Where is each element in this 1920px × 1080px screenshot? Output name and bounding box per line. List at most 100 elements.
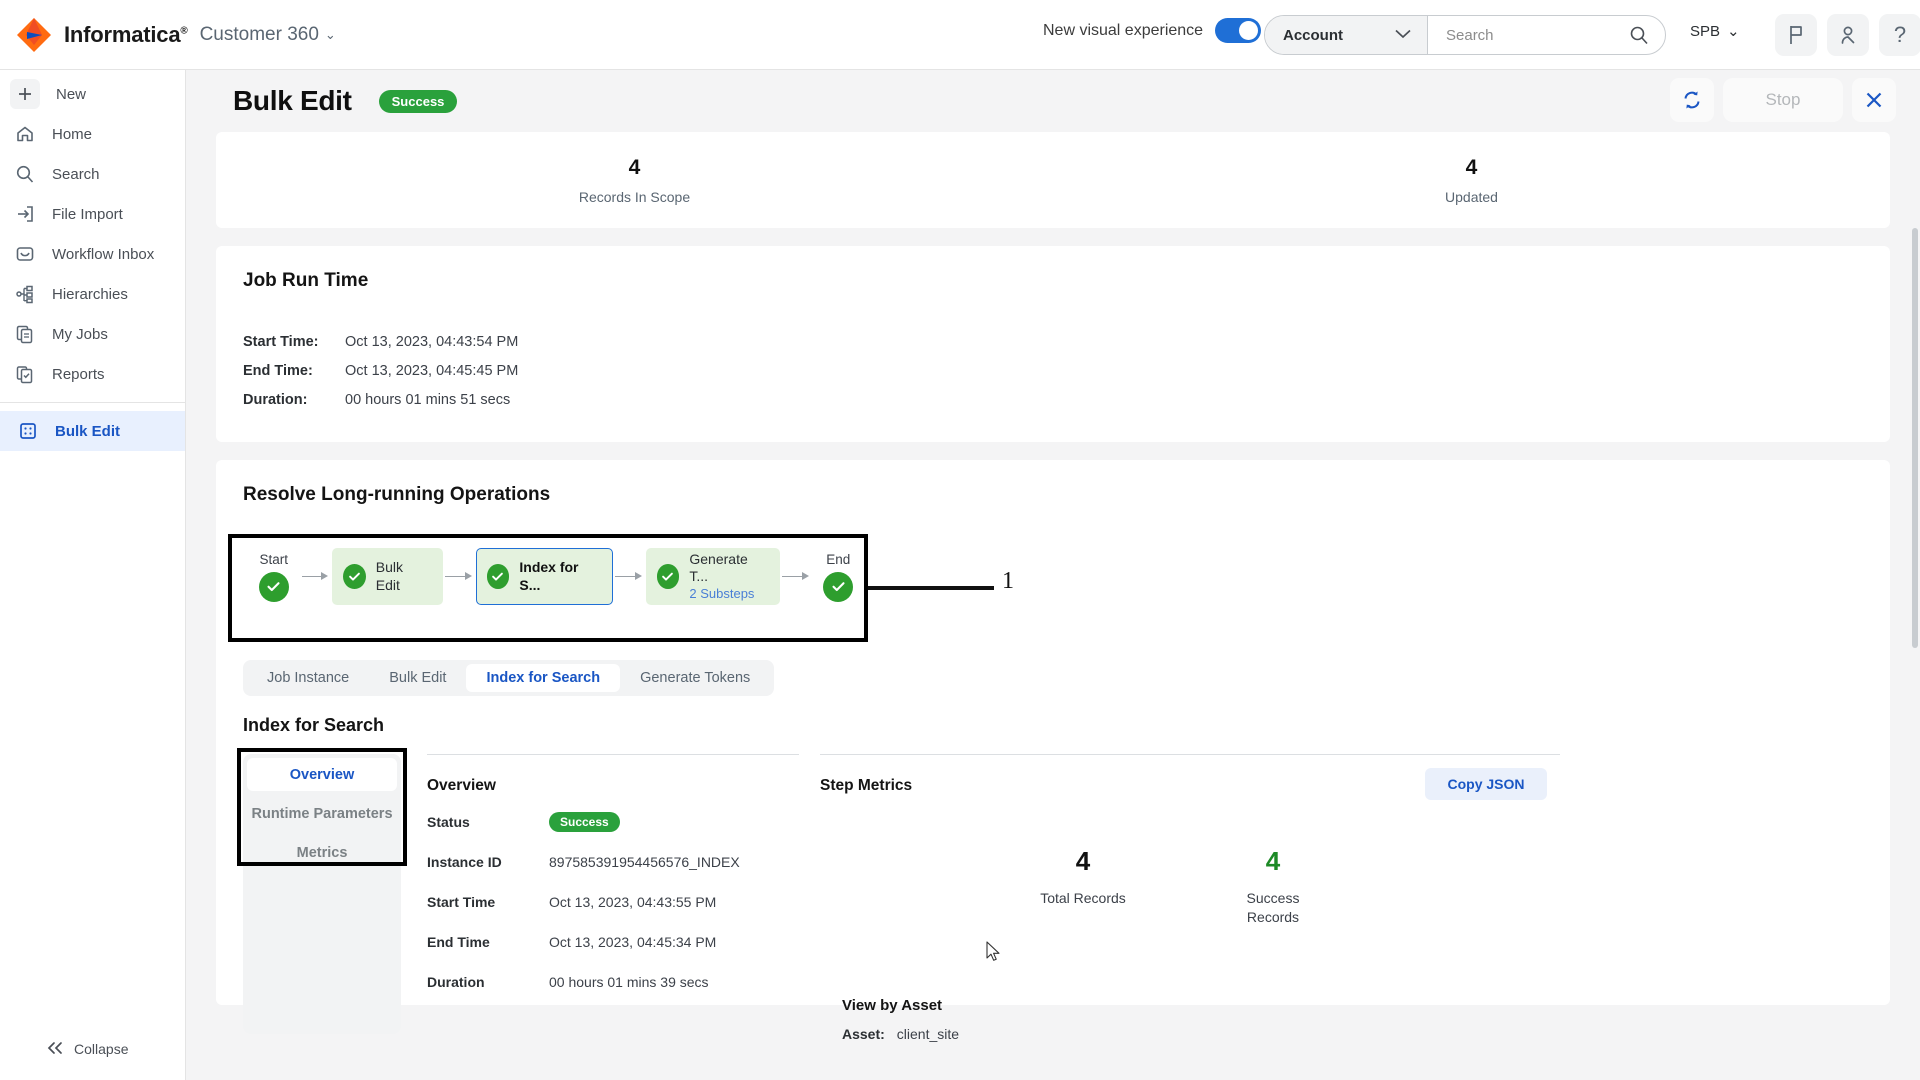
refresh-icon[interactable]: [1670, 78, 1714, 122]
detail-row-start-time: Start Time Oct 13, 2023, 04:43:55 PM: [427, 889, 817, 915]
status-badge: Success: [549, 812, 620, 832]
stop-button[interactable]: Stop: [1723, 78, 1843, 122]
stat-value: 4: [628, 155, 641, 179]
search-input[interactable]: [1446, 26, 1616, 44]
stat-label: Updated: [1445, 188, 1498, 205]
tab-generate-tokens[interactable]: Generate Tokens: [620, 664, 770, 692]
sidebar-item-search[interactable]: Search: [0, 154, 185, 194]
end-label: End: [826, 551, 851, 567]
user-icon[interactable]: [1827, 14, 1869, 56]
home-icon: [14, 123, 36, 145]
sidebar-item-reports[interactable]: Reports: [0, 354, 185, 394]
tab-index-for-search[interactable]: Index for Search: [466, 664, 621, 692]
new-visual-experience-toggle[interactable]: [1215, 18, 1262, 43]
row-value: Oct 13, 2023, 04:45:34 PM: [549, 934, 717, 950]
org-chevron-down-icon: ⌄: [1727, 23, 1740, 40]
collapse-sidebar-button[interactable]: Collapse: [0, 1032, 186, 1066]
stat-label: Records In Scope: [578, 188, 691, 205]
sidebar-item-workflow-inbox[interactable]: Workflow Inbox: [0, 234, 185, 274]
hierarchy-icon: [14, 283, 36, 305]
scrollbar-thumb[interactable]: [1912, 228, 1918, 648]
asset-value: client_site: [896, 1026, 960, 1042]
brand[interactable]: Informatica® Customer 360 ⌄: [0, 15, 336, 55]
toggle-knob: [1239, 21, 1259, 40]
summary-stats-card: 4 Records In Scope 4 Updated: [216, 132, 1890, 228]
global-search-group: Account: [1264, 15, 1666, 55]
search-icon[interactable]: [1629, 25, 1649, 45]
copy-json-button[interactable]: Copy JSON: [1425, 768, 1547, 800]
sidebar-item-file-import[interactable]: File Import: [0, 194, 185, 234]
metric-tiles: 4 Total Records 4 Success Records: [1035, 846, 1321, 927]
stat-value: 4: [1465, 155, 1478, 179]
check-icon: [823, 571, 854, 602]
help-icon[interactable]: ?: [1879, 14, 1920, 56]
tab-job-instance[interactable]: Job Instance: [247, 664, 369, 692]
node-substeps-link[interactable]: 2 Substeps: [689, 586, 763, 603]
row-key: Duration:: [243, 391, 308, 408]
new-visual-experience-label: New visual experience: [1043, 21, 1204, 39]
brand-trademark: ®: [180, 25, 188, 37]
node-label: Generate T...: [689, 550, 748, 585]
detail-row-status: Status Success: [427, 809, 817, 835]
org-selector[interactable]: SPB ⌄: [1690, 22, 1740, 41]
chevron-down-icon: [1395, 26, 1411, 44]
org-label: SPB: [1690, 22, 1721, 40]
sidebar-item-label: Workflow Inbox: [52, 245, 155, 263]
job-run-time-row: End Time: Oct 13, 2023, 04:45:45 PM: [243, 356, 1890, 385]
job-run-time-card: Job Run Time Start Time: Oct 13, 2023, 0…: [216, 246, 1890, 442]
page-header: Bulk Edit Success Stop: [186, 70, 1920, 132]
tab-bulk-edit[interactable]: Bulk Edit: [369, 664, 466, 692]
row-key: Start Time: [427, 894, 496, 910]
overview-detail-column: Overview Status Success Instance ID 8975…: [427, 754, 817, 995]
workflow-arrow: [301, 571, 331, 583]
workflow-node-generate-tokens[interactable]: Generate T... 2 Substeps: [645, 548, 780, 605]
workflow-start-node[interactable]: Start: [248, 552, 300, 602]
main-content: Bulk Edit Success Stop 4 Records In Scop…: [186, 70, 1920, 1080]
sidebar-item-home[interactable]: Home: [0, 114, 185, 154]
close-icon[interactable]: [1852, 78, 1896, 122]
product-chevron-down-icon[interactable]: ⌄: [325, 27, 336, 43]
file-import-icon: [14, 203, 36, 225]
sidebar-item-label: My Jobs: [52, 325, 108, 343]
sidebar-item-new[interactable]: New: [0, 74, 185, 114]
workflow-end-node[interactable]: End: [813, 552, 865, 602]
new-visual-experience-control[interactable]: New visual experience: [1043, 18, 1262, 43]
search-scope-select[interactable]: Account: [1265, 16, 1428, 54]
flag-icon[interactable]: [1775, 14, 1817, 56]
search-input-wrap: [1428, 16, 1665, 54]
row-key: Duration: [427, 974, 485, 990]
row-value: 00 hours 01 mins 51 secs: [345, 391, 511, 408]
metric-value: 4: [1075, 846, 1091, 876]
overview-heading: Overview: [427, 777, 496, 794]
top-header: Informatica® Customer 360 ⌄ New visual e…: [0, 0, 1920, 70]
sidebar-divider: [0, 402, 185, 403]
workflow-node-bulk-edit[interactable]: Bulk Edit: [332, 548, 444, 605]
sidebar: New Home Search File Import Workflow Inb…: [0, 70, 186, 1080]
help-glyph: ?: [1893, 22, 1907, 47]
check-icon: [258, 571, 289, 602]
annotation-box-2: [237, 748, 407, 866]
sidebar-item-hierarchies[interactable]: Hierarchies: [0, 274, 185, 314]
row-value: Oct 13, 2023, 04:43:54 PM: [345, 333, 519, 350]
mouse-cursor: [986, 941, 1002, 968]
workflow-node-index-for-search[interactable]: Index for S...: [475, 548, 614, 605]
sidebar-item-label: Home: [52, 125, 93, 143]
row-key: Start Time:: [243, 333, 319, 350]
sidebar-item-label: Reports: [52, 365, 105, 383]
sidebar-item-bulk-edit[interactable]: Bulk Edit: [0, 411, 185, 451]
metric-label: Total Records: [1040, 890, 1126, 906]
sidebar-item-label: File Import: [52, 205, 123, 223]
workflow-arrow: [615, 571, 644, 583]
sidebar-item-label: Hierarchies: [52, 285, 128, 303]
workflow-diagram: Start Bulk Edit Index for S... Generate …: [248, 548, 864, 605]
metric-value: 4: [1265, 846, 1281, 876]
row-value: Oct 13, 2023, 04:45:45 PM: [345, 362, 519, 379]
resolve-long-running-operations-card: Resolve Long-running Operations Start Bu…: [216, 460, 1890, 1042]
brand-name: Informatica®: [64, 21, 188, 47]
sidebar-item-label: Search: [52, 165, 100, 183]
main-scrollbar[interactable]: [1910, 140, 1920, 1080]
bulk-edit-icon: [17, 420, 39, 442]
sidebar-item-my-jobs[interactable]: My Jobs: [0, 314, 185, 354]
search-icon: [14, 163, 36, 185]
jobs-icon: [14, 323, 36, 345]
